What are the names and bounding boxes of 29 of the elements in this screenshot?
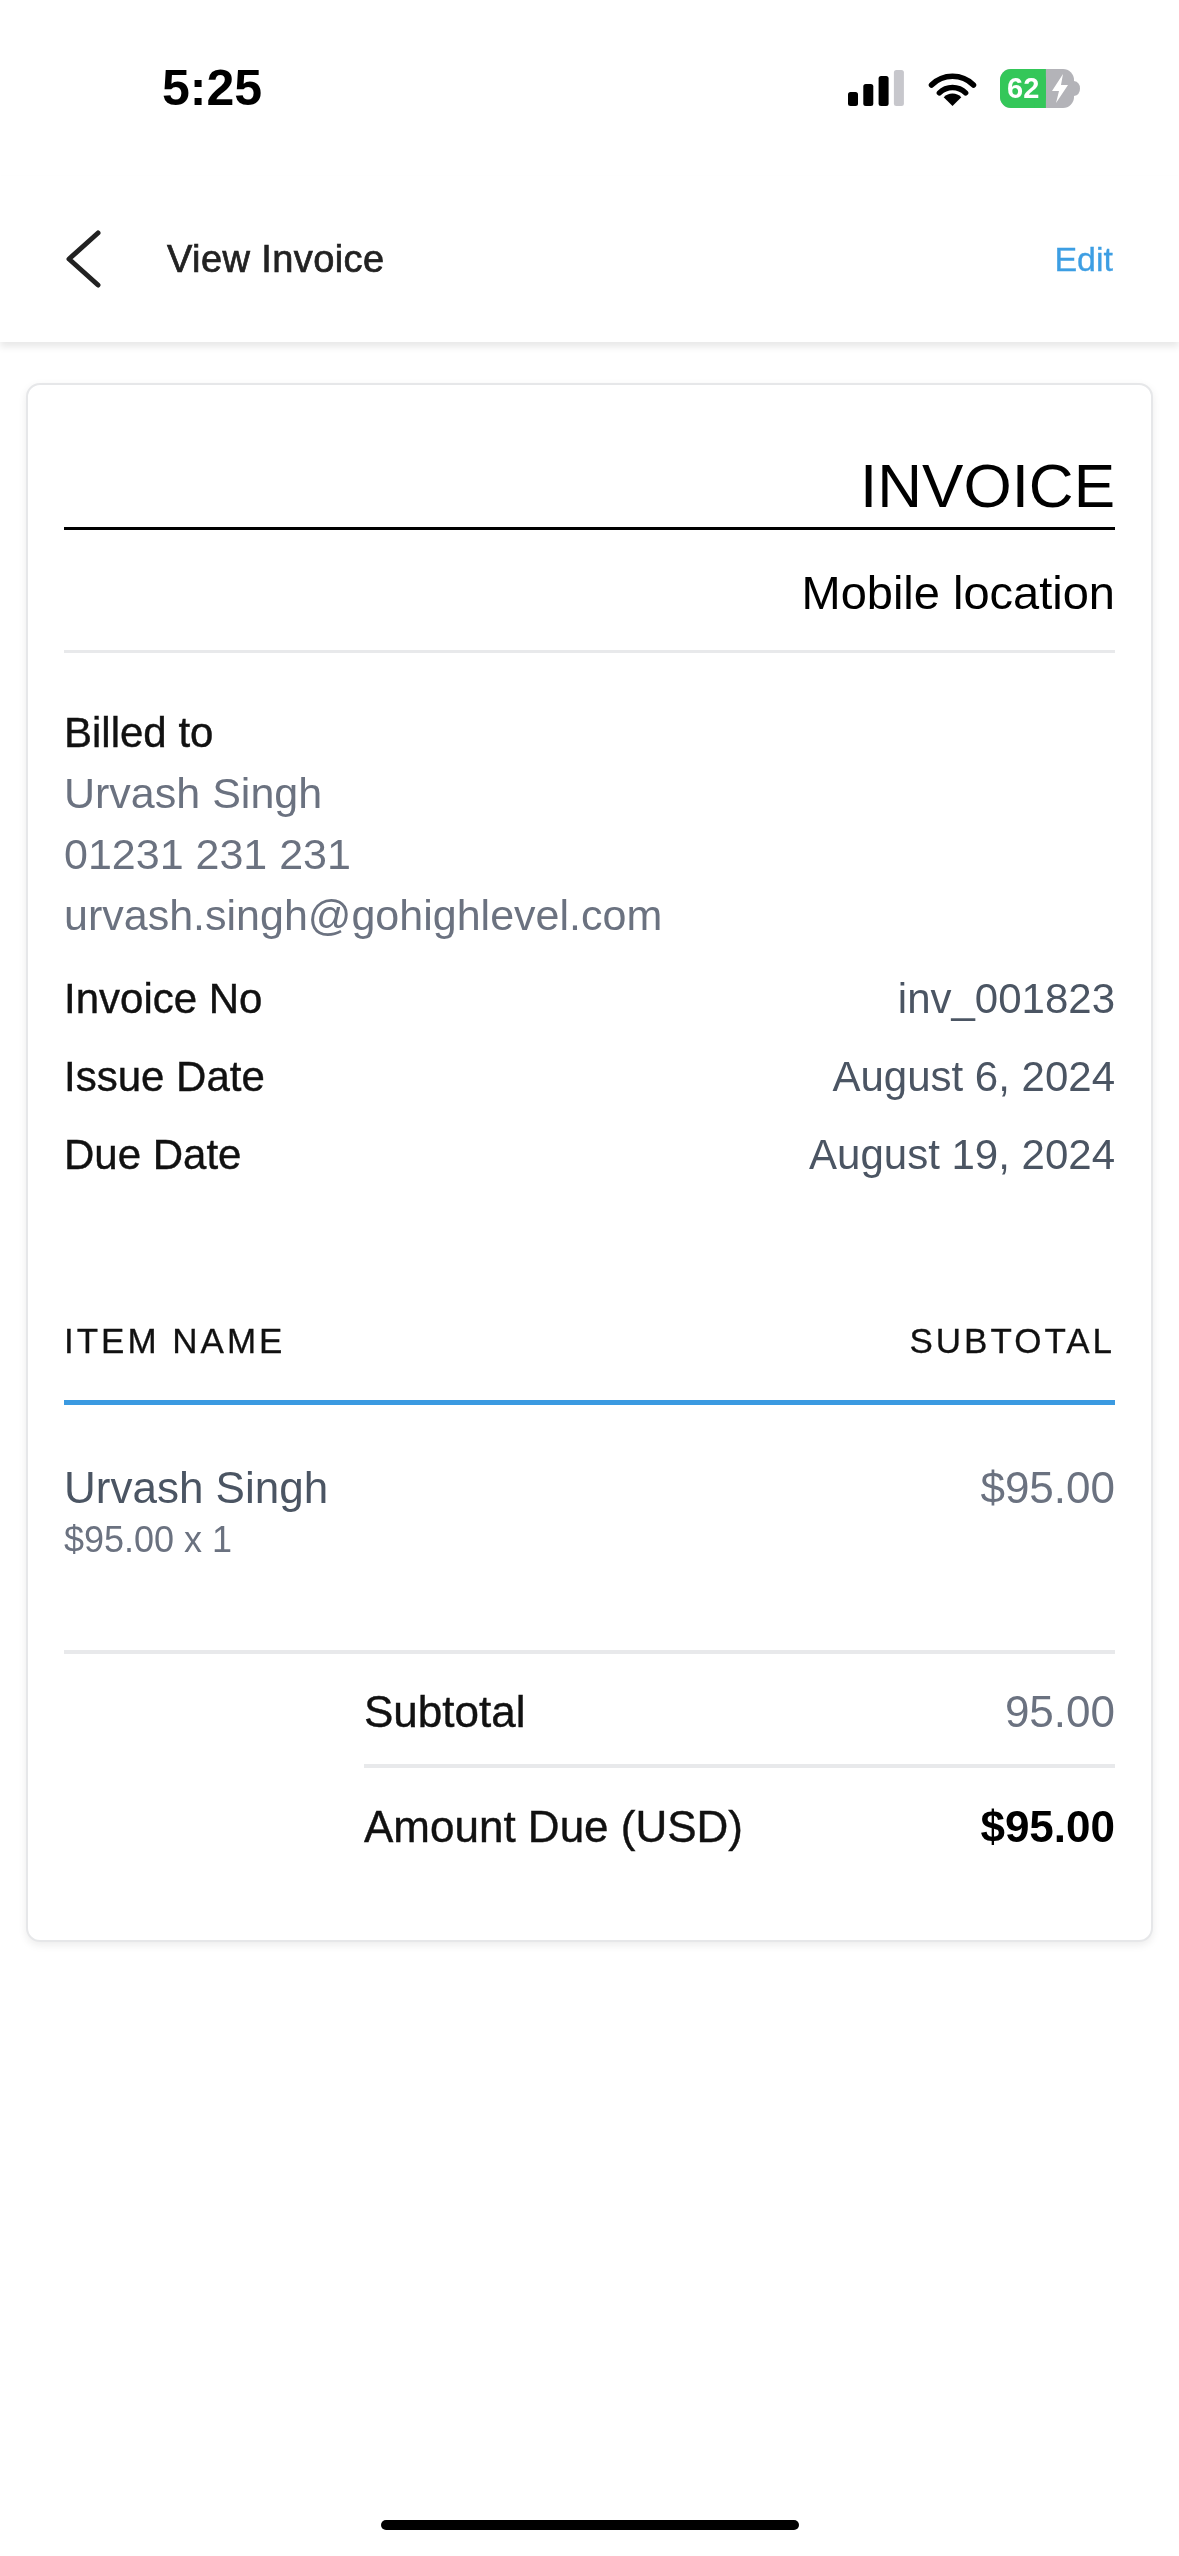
billed-to-label: Billed to <box>64 708 214 758</box>
item-name: Urvash Singh <box>64 1462 329 1514</box>
customer-name: Urvash Singh <box>64 768 323 819</box>
invoice-title: INVOICE <box>860 450 1115 522</box>
business-name: Mobile location <box>801 565 1115 621</box>
item-subtotal: $95.00 <box>980 1462 1115 1514</box>
amount-due-amount: $95.00 <box>980 1801 1115 1853</box>
back-button[interactable] <box>64 229 102 289</box>
subtotal-amount: 95.00 <box>1004 1686 1115 1738</box>
customer-phone: 01231 231 231 <box>64 829 351 880</box>
signal-icon <box>848 70 904 106</box>
detail-value: inv_001823 <box>897 974 1115 1024</box>
chevron-left-icon <box>65 230 101 288</box>
subtotal-label: Subtotal <box>364 1686 526 1738</box>
detail-label: Due Date <box>64 1130 242 1180</box>
item-price-quantity: $95.00 x 1 <box>64 1518 233 1562</box>
detail-value: August 19, 2024 <box>809 1130 1115 1180</box>
detail-value: August 6, 2024 <box>832 1052 1115 1102</box>
amount-due-label: Amount Due (USD) <box>364 1801 743 1853</box>
battery-icon <box>1000 68 1080 108</box>
column-header: ITEM NAME <box>64 1320 286 1362</box>
edit-button[interactable]: Edit <box>1054 237 1113 281</box>
customer-email: urvash.singh@gohighlevel.com <box>64 890 663 941</box>
detail-label: Invoice No <box>64 974 263 1024</box>
battery-percentage: 62 <box>1007 70 1040 106</box>
column-header: SUBTOTAL <box>909 1320 1115 1362</box>
detail-label: Issue Date <box>64 1052 265 1102</box>
status-time: 5:25 <box>162 59 263 118</box>
page-title: View Invoice <box>167 237 385 282</box>
